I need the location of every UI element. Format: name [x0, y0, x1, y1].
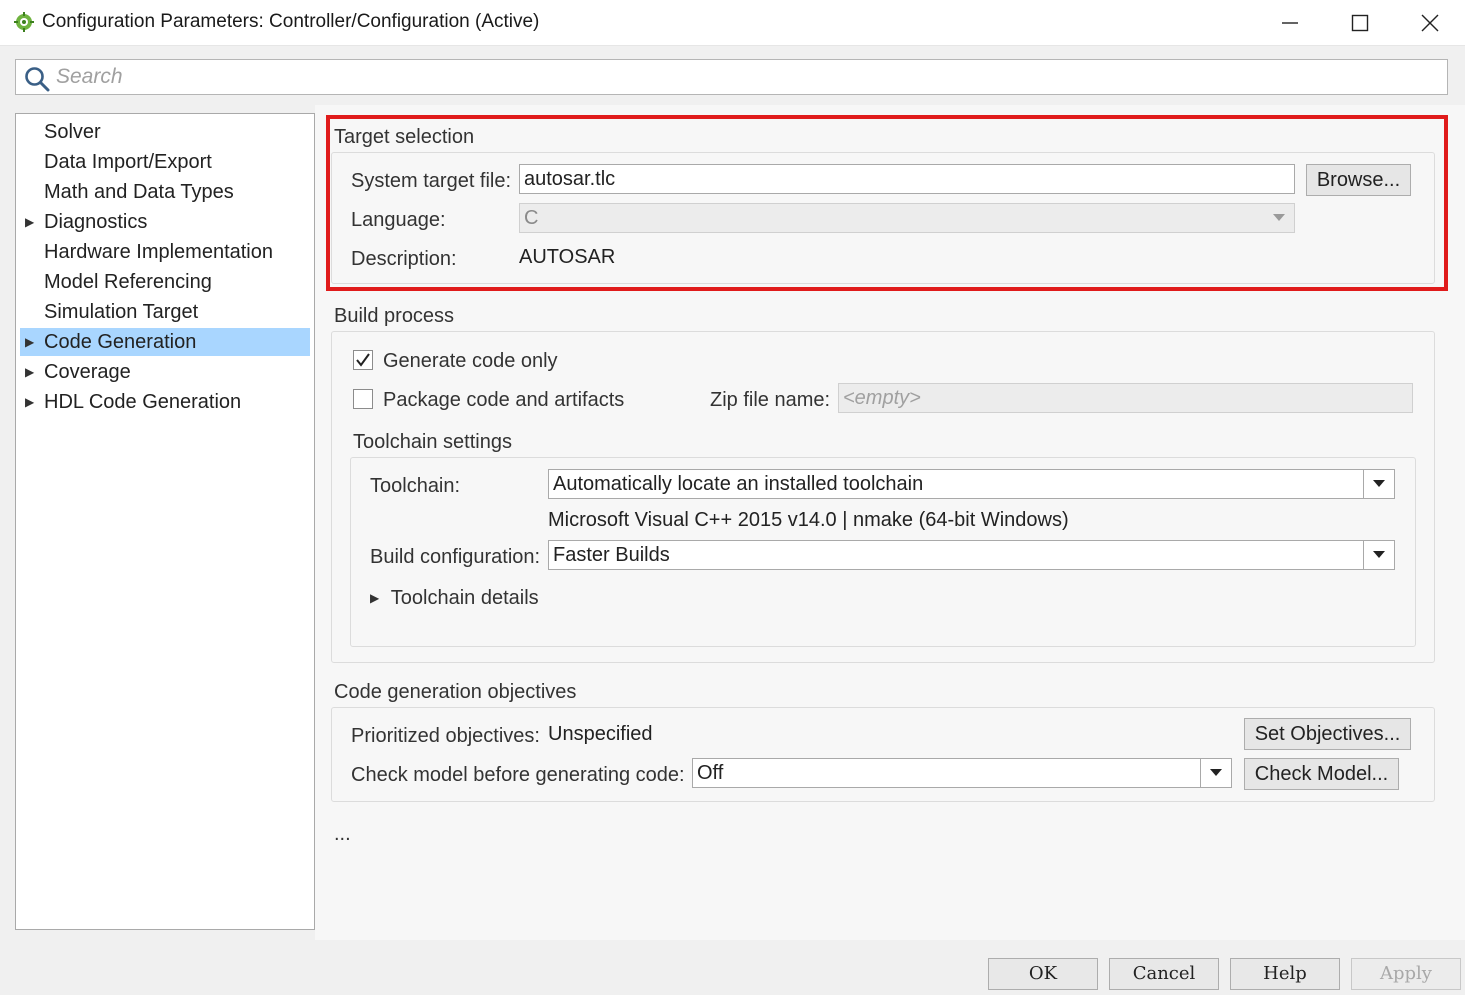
help-button[interactable]: Help — [1230, 958, 1340, 990]
close-button[interactable] — [1395, 0, 1465, 45]
expand-arrow-icon[interactable]: ▶ — [25, 388, 34, 416]
build-config-label: Build configuration: — [370, 546, 541, 568]
toolchain-value: Automatically locate an installed toolch… — [553, 473, 924, 495]
simulink-config-icon — [14, 12, 34, 32]
tree-item-label: Hardware Implementation — [44, 241, 273, 263]
tree-item-label: HDL Code Generation — [44, 391, 242, 413]
chevron-down-icon[interactable] — [1200, 759, 1231, 787]
zip-file-field: <empty> — [838, 383, 1413, 413]
cancel-button[interactable]: Cancel — [1109, 958, 1219, 990]
tree-item-label: Diagnostics — [44, 211, 148, 233]
tree-item-model-referencing[interactable]: Model Referencing — [20, 268, 310, 296]
ok-button[interactable]: OK — [988, 958, 1098, 990]
build-config-select[interactable]: Faster Builds — [548, 540, 1395, 570]
chevron-down-icon[interactable] — [1363, 470, 1394, 498]
tree-item-hardware-implementation[interactable]: Hardware Implementation — [20, 238, 310, 266]
generate-code-only-checkbox[interactable] — [353, 350, 373, 370]
tree-item-label: Coverage — [44, 361, 131, 383]
toolchain-label: Toolchain: — [370, 475, 461, 497]
tree-item-label: Math and Data Types — [44, 181, 234, 203]
tree-item-label: Data Import/Export — [44, 151, 212, 173]
prioritized-objectives-label: Prioritized objectives: — [351, 725, 540, 747]
set-objectives-button[interactable]: Set Objectives... — [1244, 718, 1411, 750]
tree-item-simulation-target[interactable]: Simulation Target — [20, 298, 310, 326]
tree-item-label: Solver — [44, 121, 101, 143]
tree-item-math-and-data-types[interactable]: Math and Data Types — [20, 178, 310, 206]
toolchain-details-label: Toolchain details — [390, 587, 539, 609]
maximize-icon — [1351, 14, 1369, 31]
build-config-value: Faster Builds — [553, 544, 670, 566]
expand-arrow-icon[interactable]: ▶ — [25, 208, 34, 236]
window-title: Configuration Parameters: Controller/Con… — [42, 11, 540, 32]
tree-item-code-generation[interactable]: ▶ Code Generation — [20, 328, 310, 356]
chevron-down-icon[interactable] — [1363, 541, 1394, 569]
maximize-button[interactable] — [1325, 0, 1395, 45]
apply-button: Apply — [1351, 958, 1461, 990]
expand-arrow-icon: ▶ — [370, 591, 380, 605]
tree-item-data-import-export[interactable]: Data Import/Export — [20, 148, 310, 176]
tree-item-label: Simulation Target — [44, 301, 199, 323]
check-model-select[interactable]: Off — [692, 758, 1232, 788]
toolchain-info: Microsoft Visual C++ 2015 v14.0 | nmake … — [548, 509, 1069, 531]
minimize-button[interactable] — [1255, 0, 1325, 45]
toolchain-settings-title: Toolchain settings — [353, 431, 512, 453]
expand-arrow-icon[interactable]: ▶ — [25, 358, 34, 386]
expand-arrow-icon[interactable]: ▶ — [25, 328, 34, 356]
package-code-checkbox[interactable] — [353, 389, 373, 409]
category-tree: Solver Data Import/Export Math and Data … — [15, 113, 315, 930]
generate-code-only-label: Generate code only — [383, 350, 558, 372]
highlight-box — [326, 115, 1448, 291]
check-model-label: Check model before generating code: — [351, 764, 685, 786]
search-input[interactable] — [56, 64, 1436, 90]
toolchain-details-toggle[interactable]: ▶ Toolchain details — [370, 587, 539, 610]
check-model-value: Off — [697, 762, 724, 784]
minimize-icon — [1282, 21, 1298, 24]
prioritized-objectives-value: Unspecified — [548, 723, 653, 745]
close-icon — [1421, 14, 1439, 31]
tree-item-diagnostics[interactable]: ▶ Diagnostics — [20, 208, 310, 236]
zip-file-label: Zip file name: — [710, 389, 831, 411]
tree-item-solver[interactable]: Solver — [20, 118, 310, 146]
package-code-label: Package code and artifacts — [383, 389, 625, 411]
tree-item-hdl-code-generation[interactable]: ▶ HDL Code Generation — [20, 388, 310, 416]
ellipsis-text: ... — [334, 823, 351, 845]
build-process-title: Build process — [334, 305, 455, 327]
tree-item-label: Code Generation — [44, 331, 197, 353]
objectives-title: Code generation objectives — [334, 681, 577, 703]
tree-item-coverage[interactable]: ▶ Coverage — [20, 358, 310, 386]
check-model-button[interactable]: Check Model... — [1244, 758, 1399, 790]
search-box — [15, 59, 1448, 95]
checkmark-icon — [356, 353, 370, 367]
search-icon — [25, 67, 50, 92]
title-bar: Configuration Parameters: Controller/Con… — [0, 0, 1465, 46]
toolchain-select[interactable]: Automatically locate an installed toolch… — [548, 469, 1395, 499]
tree-item-label: Model Referencing — [44, 271, 212, 293]
